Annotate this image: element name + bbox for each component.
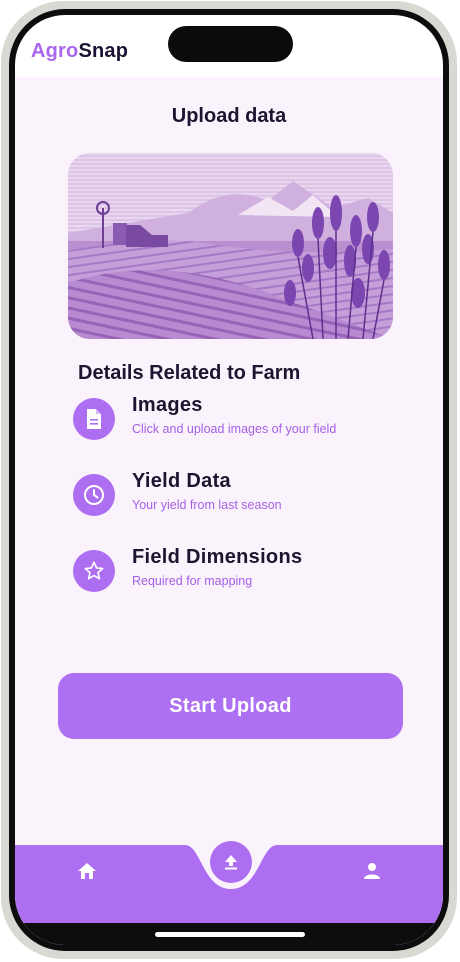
clock-icon xyxy=(73,474,115,516)
star-icon xyxy=(73,550,115,592)
nav-home-button[interactable] xyxy=(75,859,99,883)
home-icon xyxy=(78,863,96,879)
app-screen: AgroSnap Upload data Details Related to … xyxy=(15,15,443,945)
main-content: Upload data Details Related to Farm Imag… xyxy=(15,77,443,945)
detail-item-field-dimensions[interactable]: Field Dimensions Required for mapping xyxy=(73,546,433,612)
hero-image-lavender-farm xyxy=(68,153,393,339)
upload-icon xyxy=(225,855,237,870)
phone-frame: AgroSnap Upload data Details Related to … xyxy=(1,1,457,959)
document-icon xyxy=(73,398,115,440)
nav-upload-button[interactable] xyxy=(210,841,252,883)
start-upload-button[interactable]: Start Upload xyxy=(58,673,403,739)
brand-part-agro: Agro xyxy=(31,40,79,62)
phone-bezel: AgroSnap Upload data Details Related to … xyxy=(9,9,449,951)
bottom-nav xyxy=(15,841,443,945)
detail-item-images[interactable]: Images Click and upload images of your f… xyxy=(73,394,433,460)
profile-icon xyxy=(364,863,380,879)
home-indicator xyxy=(155,932,305,937)
app-logo: AgroSnap xyxy=(31,40,128,63)
detail-item-desc: Required for mapping xyxy=(132,574,253,588)
dynamic-island xyxy=(168,26,293,62)
section-title: Details Related to Farm xyxy=(78,362,301,384)
detail-item-name: Field Dimensions xyxy=(132,546,303,568)
page-title: Upload data xyxy=(171,105,287,127)
detail-item-name: Images xyxy=(132,394,203,416)
detail-item-yield-data[interactable]: Yield Data Your yield from last season xyxy=(73,470,433,536)
detail-item-desc: Your yield from last season xyxy=(132,498,282,512)
detail-item-desc: Click and upload images of your field xyxy=(132,422,337,436)
nav-profile-button[interactable] xyxy=(360,859,384,883)
lavender-farm-illustration xyxy=(68,153,393,339)
brand-part-snap: Snap xyxy=(78,40,129,62)
detail-item-name: Yield Data xyxy=(132,470,231,492)
